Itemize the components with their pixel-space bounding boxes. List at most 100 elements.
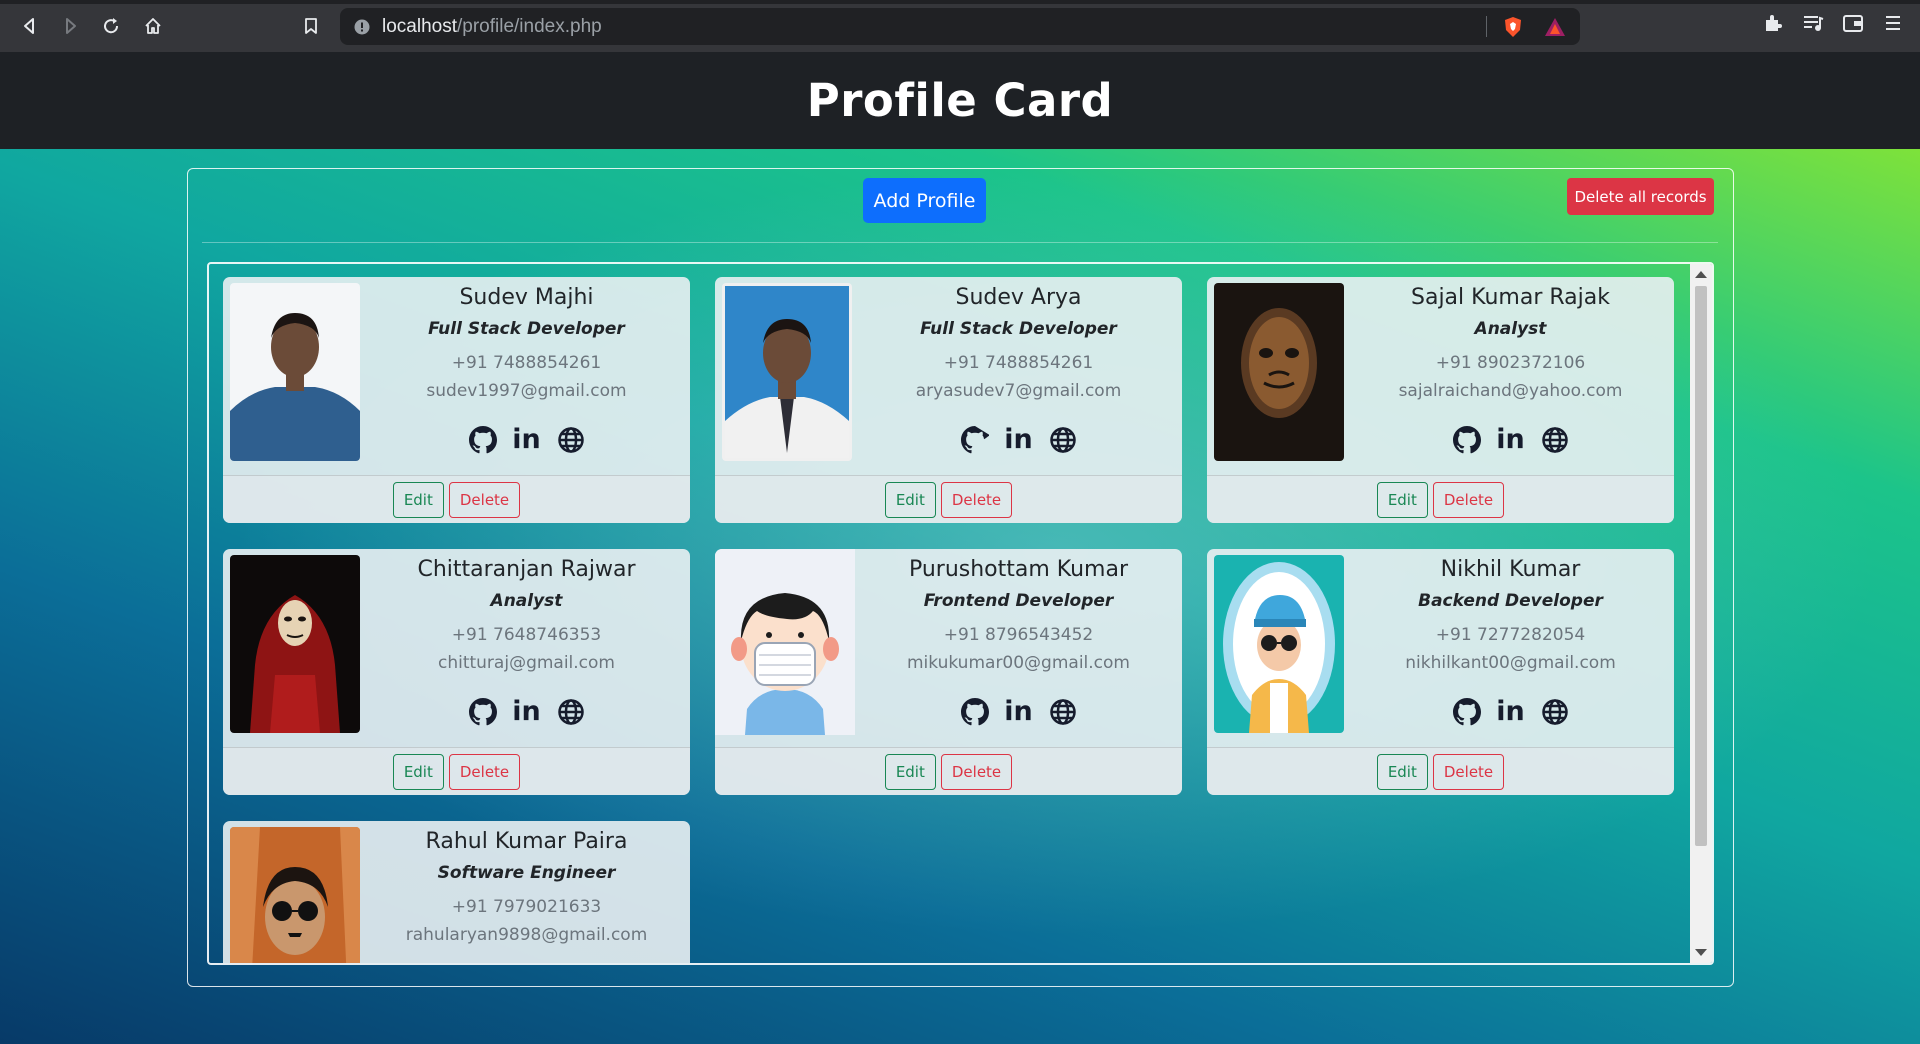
edit-button[interactable]: Edit	[392, 753, 444, 790]
url-host: localhost	[382, 15, 457, 37]
profile-name: Sajal Kumar Rajak	[1411, 285, 1610, 310]
profile-name: Nikhil Kumar	[1440, 557, 1581, 582]
profile-card: Rahul Kumar Paira Software Engineer +91 …	[223, 821, 690, 963]
profile-card: Sudev Arya Full Stack Developer +91 7488…	[715, 277, 1182, 523]
profile-email: sajalraichand@yahoo.com	[1398, 381, 1623, 401]
globe-icon[interactable]	[1540, 697, 1570, 727]
edit-button[interactable]: Edit	[884, 481, 936, 518]
linkedin-icon[interactable]: in	[512, 425, 542, 455]
profile-phone: +91 7648746353	[451, 625, 602, 645]
profile-card: Chittaranjan Rajwar Analyst +91 76487463…	[223, 549, 690, 795]
info-icon[interactable]	[354, 19, 370, 35]
avatar	[715, 549, 855, 735]
edit-button[interactable]: Edit	[1376, 753, 1428, 790]
edit-button[interactable]: Edit	[1376, 481, 1428, 518]
profile-email: rahularyan9898@gmail.com	[405, 925, 648, 945]
scroll-down-icon[interactable]	[1695, 949, 1707, 956]
profile-name: Rahul Kumar Paira	[425, 829, 628, 854]
linkedin-icon[interactable]: in	[1004, 697, 1034, 727]
social-links: in	[855, 697, 1182, 727]
github-icon[interactable]	[468, 697, 498, 727]
panel-divider	[202, 242, 1718, 243]
card-actions: Edit Delete	[715, 475, 1182, 523]
profile-email: chitturaj@gmail.com	[437, 653, 615, 673]
github-icon[interactable]	[1452, 697, 1482, 727]
avatar	[230, 827, 360, 963]
scrollbar[interactable]	[1690, 264, 1712, 963]
social-links: in	[1347, 697, 1674, 727]
home-icon[interactable]	[139, 12, 167, 40]
forward-icon[interactable]	[56, 12, 84, 40]
edit-button[interactable]: Edit	[392, 481, 444, 518]
profile-role: Analyst	[1474, 319, 1547, 339]
scroll-up-icon[interactable]	[1695, 271, 1707, 278]
address-bar[interactable]: localhost/profile/index.php	[340, 8, 1580, 45]
profile-name: Sudev Majhi	[459, 285, 594, 310]
back-icon[interactable]	[16, 12, 44, 40]
bookmark-icon[interactable]	[297, 12, 325, 40]
wallet-icon[interactable]	[1842, 12, 1864, 34]
card-actions: Edit Delete	[223, 747, 690, 795]
profile-phone: +91 7979021633	[451, 897, 602, 917]
reload-icon[interactable]	[97, 12, 125, 40]
profile-name: Purushottam Kumar	[908, 557, 1129, 582]
social-links: in	[855, 425, 1182, 455]
profile-phone: +91 7488854261	[943, 353, 1094, 373]
delete-button[interactable]: Delete	[940, 753, 1013, 790]
tab-strip	[0, 0, 1920, 4]
edit-button[interactable]: Edit	[884, 753, 936, 790]
github-icon[interactable]	[960, 425, 990, 455]
avatar	[1214, 283, 1344, 461]
profile-name: Sudev Arya	[955, 285, 1082, 310]
github-icon[interactable]	[468, 425, 498, 455]
extensions-icon[interactable]	[1762, 12, 1784, 34]
add-profile-button[interactable]: Add Profile	[863, 178, 986, 223]
profile-role: Full Stack Developer	[920, 319, 1117, 339]
linkedin-icon[interactable]: in	[1496, 425, 1526, 455]
globe-icon[interactable]	[1048, 697, 1078, 727]
social-links: in	[1347, 425, 1674, 455]
github-icon[interactable]	[1452, 425, 1482, 455]
avatar	[1214, 555, 1344, 733]
profile-card: Sudev Majhi Full Stack Developer +91 748…	[223, 277, 690, 523]
profile-phone: +91 8796543452	[943, 625, 1094, 645]
profile-name: Chittaranjan Rajwar	[417, 557, 636, 582]
globe-icon[interactable]	[1540, 425, 1570, 455]
linkedin-icon[interactable]: in	[512, 697, 542, 727]
brave-shield-icon[interactable]	[1502, 16, 1524, 38]
profile-email: mikukumar00@gmail.com	[906, 653, 1130, 673]
avatar	[230, 283, 360, 461]
profile-role: Backend Developer	[1418, 591, 1603, 611]
delete-button[interactable]: Delete	[448, 481, 521, 518]
linkedin-icon[interactable]: in	[1004, 425, 1034, 455]
playlist-icon[interactable]	[1802, 12, 1824, 34]
profile-phone: +91 7488854261	[451, 353, 602, 373]
url-text: localhost/profile/index.php	[382, 16, 602, 38]
globe-icon[interactable]	[556, 425, 586, 455]
page-title: Profile Card	[806, 74, 1114, 127]
toolbar-actions	[1762, 12, 1904, 34]
menu-icon[interactable]	[1882, 12, 1904, 34]
social-links: in	[363, 697, 690, 727]
delete-button[interactable]: Delete	[448, 753, 521, 790]
delete-button[interactable]: Delete	[1432, 481, 1505, 518]
globe-icon[interactable]	[1048, 425, 1078, 455]
profile-role: Analyst	[490, 591, 563, 611]
delete-button[interactable]: Delete	[940, 481, 1013, 518]
globe-icon[interactable]	[556, 697, 586, 727]
scrollbar-thumb[interactable]	[1695, 286, 1707, 846]
card-actions: Edit Delete	[223, 475, 690, 523]
profile-card: Purushottam Kumar Frontend Developer +91…	[715, 549, 1182, 795]
profile-email: nikhilkant00@gmail.com	[1405, 653, 1616, 673]
profile-phone: +91 7277282054	[1435, 625, 1586, 645]
delete-button[interactable]: Delete	[1432, 753, 1505, 790]
card-actions: Edit Delete	[715, 747, 1182, 795]
brave-rewards-icon[interactable]	[1544, 16, 1566, 38]
avatar	[722, 283, 852, 461]
profiles-scroll-container[interactable]: Sudev Majhi Full Stack Developer +91 748…	[207, 262, 1714, 965]
github-icon[interactable]	[960, 697, 990, 727]
profile-phone: +91 8902372106	[1435, 353, 1586, 373]
linkedin-icon[interactable]: in	[1496, 697, 1526, 727]
card-actions: Edit Delete	[1207, 475, 1674, 523]
delete-all-button[interactable]: Delete all records	[1567, 178, 1714, 215]
